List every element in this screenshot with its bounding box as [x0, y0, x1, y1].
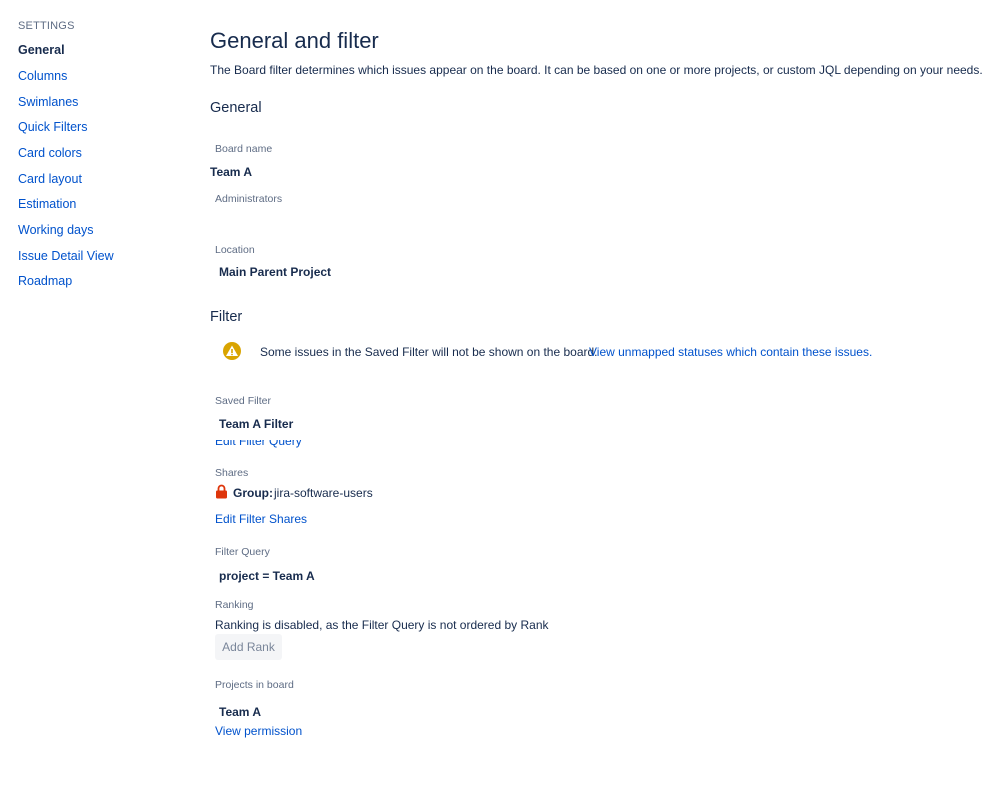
shares-group-value: jira-software-users: [274, 486, 373, 500]
edit-filter-shares-link[interactable]: Edit Filter Shares: [215, 512, 307, 526]
sidebar-item-columns[interactable]: Columns: [18, 69, 67, 83]
sidebar-item-roadmap[interactable]: Roadmap: [18, 274, 72, 288]
projects-in-board-label: Projects in board: [215, 679, 294, 691]
sidebar-item-swimlanes[interactable]: Swimlanes: [18, 95, 78, 109]
lock-icon-glyph: [216, 484, 227, 499]
sidebar-item-issue-detail-view[interactable]: Issue Detail View: [18, 249, 114, 263]
sidebar-item-working-days[interactable]: Working days: [18, 223, 94, 237]
sidebar-item-general[interactable]: General: [18, 43, 65, 57]
warning-icon-glyph: [226, 345, 238, 356]
sidebar-item-card-layout[interactable]: Card layout: [18, 172, 82, 186]
filter-query-value[interactable]: project = Team A: [219, 569, 315, 583]
shares-group-prefix: Group:: [233, 486, 273, 500]
sidebar-item-estimation[interactable]: Estimation: [18, 197, 76, 211]
general-section-title: General: [210, 100, 262, 116]
lock-icon: [215, 484, 228, 504]
page-description: The Board filter determines which issues…: [210, 63, 983, 77]
administrators-label: Administrators: [215, 193, 283, 205]
ranking-label: Ranking: [215, 599, 254, 611]
warning-icon: [223, 342, 241, 360]
sidebar-item-quick-filters[interactable]: Quick Filters: [18, 120, 87, 134]
sidebar-heading: SETTINGS: [18, 20, 75, 32]
filter-section-title: Filter: [210, 309, 243, 325]
saved-filter-value[interactable]: Team A Filter: [219, 417, 293, 431]
location-value[interactable]: Main Parent Project: [219, 265, 331, 279]
sidebar-item-card-colors[interactable]: Card colors: [18, 146, 82, 160]
view-unmapped-statuses-link[interactable]: View unmapped statuses which contain the…: [589, 345, 872, 359]
shares-label: Shares: [215, 467, 249, 479]
filter-warning-text: Some issues in the Saved Filter will not…: [260, 345, 598, 359]
board-name-value[interactable]: Team A: [210, 165, 252, 179]
filter-query-label: Filter Query: [215, 546, 270, 558]
saved-filter-label: Saved Filter: [215, 395, 272, 407]
edit-filter-query-link[interactable]: Edit Filter Query: [215, 440, 302, 448]
projects-in-board-value[interactable]: Team A: [219, 705, 261, 719]
board-name-label: Board name: [215, 143, 273, 155]
location-label: Location: [215, 244, 255, 256]
page-title: General and filter: [210, 28, 379, 53]
add-rank-button[interactable]: Add Rank: [215, 634, 282, 660]
ranking-text: Ranking is disabled, as the Filter Query…: [215, 618, 549, 632]
edit-filter-query-label: Edit Filter Query: [215, 440, 302, 448]
view-permission-link[interactable]: View permission: [215, 724, 302, 738]
